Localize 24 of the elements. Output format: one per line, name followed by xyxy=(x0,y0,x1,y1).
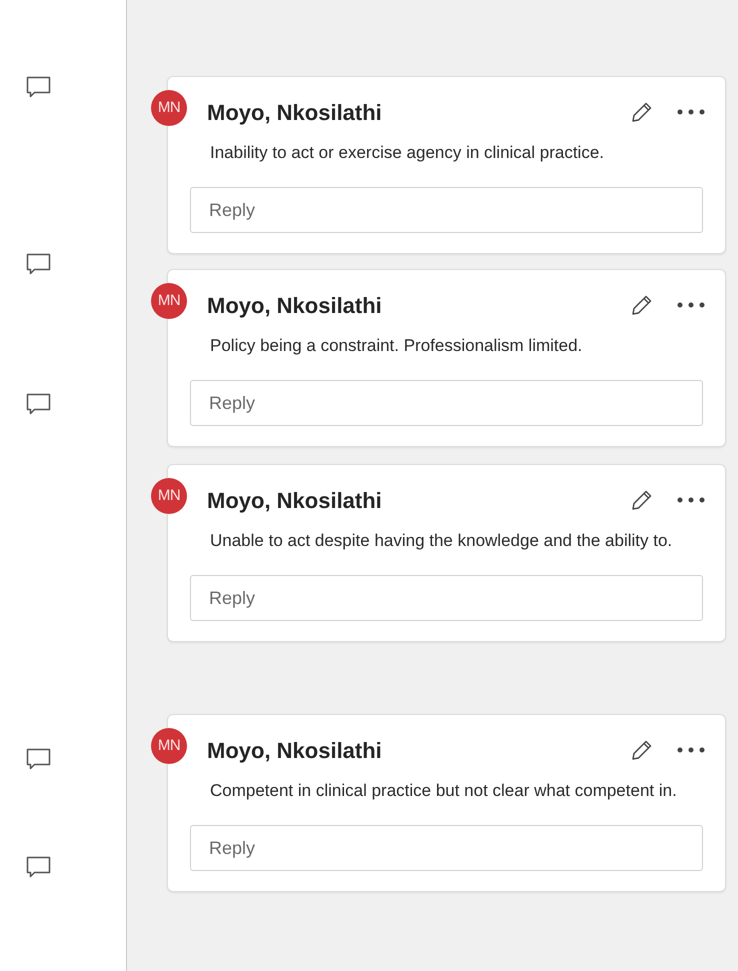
comment-text: Policy being a constraint. Professionalism limited. xyxy=(209,335,584,357)
author-name: Moyo, Nkosilathi xyxy=(207,98,383,127)
reply-field[interactable]: Reply xyxy=(190,380,703,426)
comment-text: Inability to act or exercise agency in clinical practice. xyxy=(209,142,606,164)
comment-text: Competent in clinical practice but not clear what competent in. xyxy=(209,780,678,802)
avatar: MN xyxy=(151,90,187,126)
avatar: MN xyxy=(151,478,187,514)
reply-field[interactable]: Reply xyxy=(190,825,703,871)
pencil-icon xyxy=(631,739,653,761)
more-icon xyxy=(677,747,705,753)
pencil-icon xyxy=(631,294,653,316)
more-icon xyxy=(677,497,705,503)
comment-text: Unable to act despite having the knowledge and the ability to. xyxy=(209,530,674,552)
author-name: Moyo, Nkosilathi xyxy=(207,292,383,320)
author-name: Moyo, Nkosilathi xyxy=(207,486,383,515)
more-icon xyxy=(677,302,705,308)
author-name: Moyo, Nkosilathi xyxy=(207,736,383,765)
avatar: MN xyxy=(151,283,187,319)
pencil-icon xyxy=(631,101,653,123)
reply-field[interactable]: Reply xyxy=(190,575,703,621)
pencil-icon xyxy=(631,489,653,511)
reply-field[interactable]: Reply xyxy=(190,187,703,233)
avatar: MN xyxy=(151,728,187,764)
more-icon xyxy=(677,109,705,115)
